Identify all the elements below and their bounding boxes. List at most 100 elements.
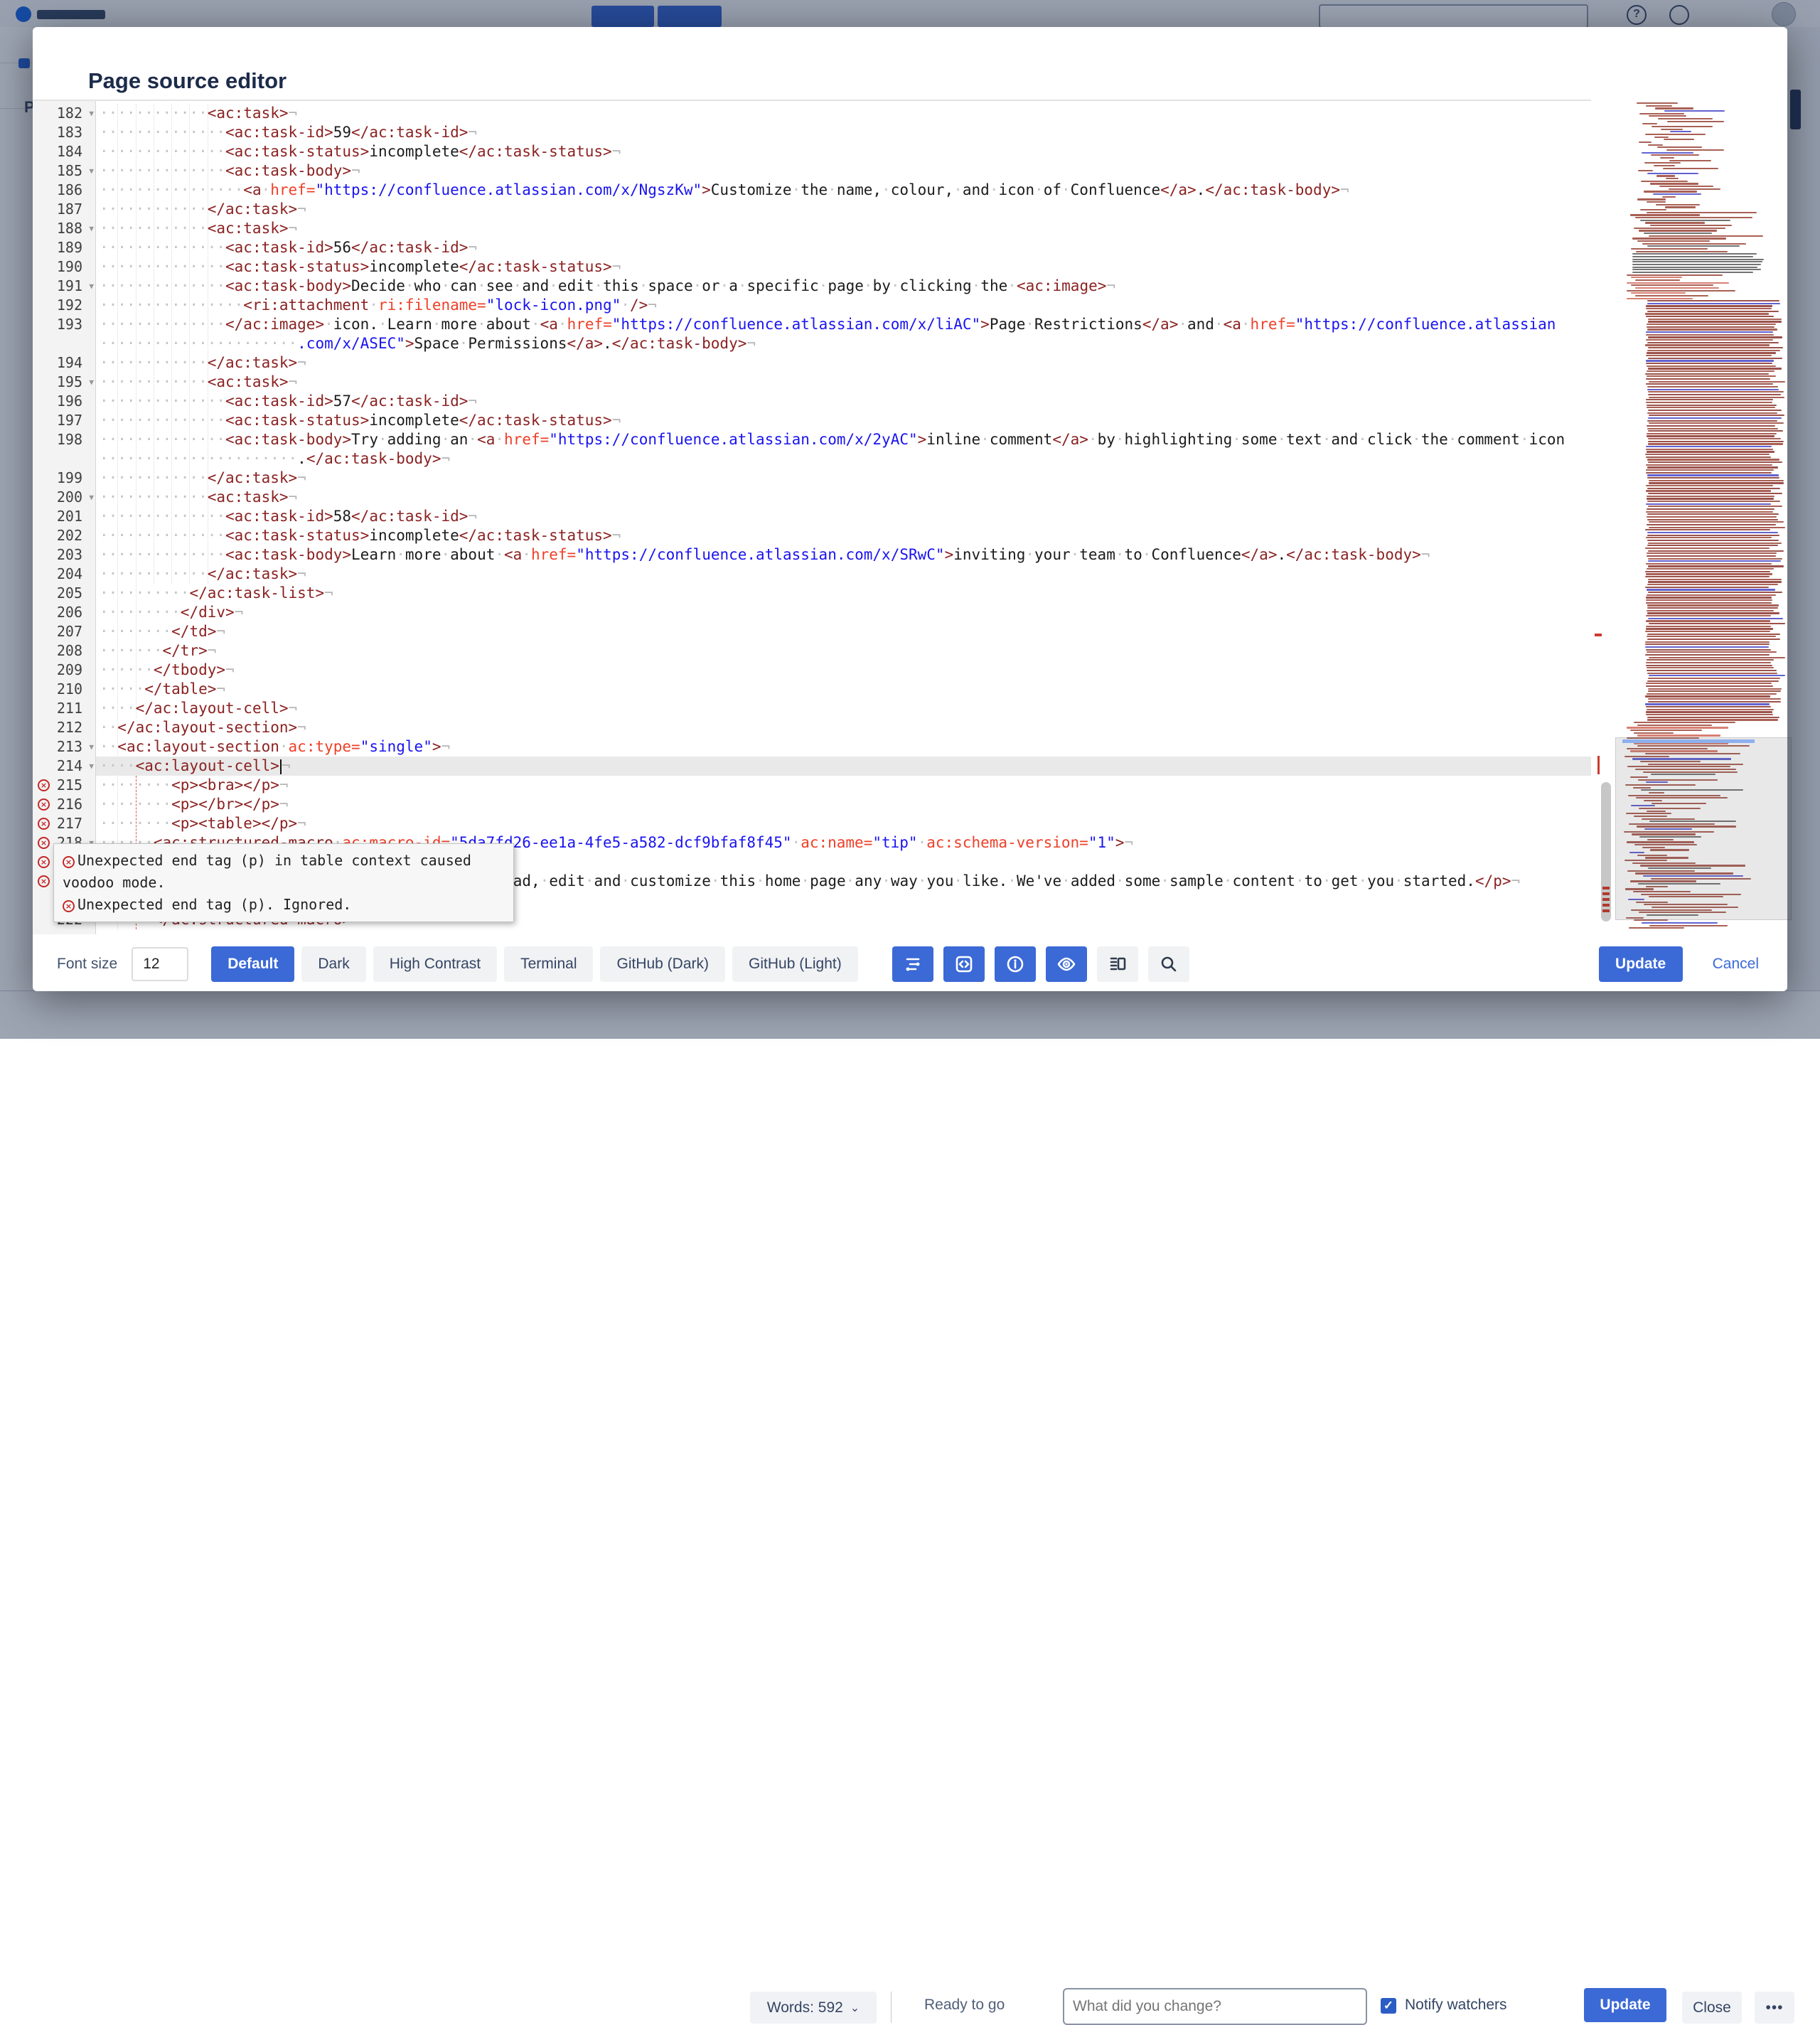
code-line[interactable]: ················<ri:attachment·ri:filena… (96, 296, 1591, 315)
theme-button-dark[interactable]: Dark (301, 946, 365, 982)
line-number[interactable]: 214▼ (33, 757, 95, 776)
line-number[interactable]: 212 (33, 718, 95, 737)
code-line[interactable]: ······················.</ac:task-body>¬ (96, 449, 1591, 469)
theme-button-github-light[interactable]: GitHub (Light) (732, 946, 858, 982)
modal-cancel-button[interactable]: Cancel (1708, 955, 1763, 973)
line-number[interactable]: 207 (33, 622, 95, 641)
minimap-button[interactable] (1097, 946, 1138, 982)
info-button[interactable] (995, 946, 1036, 982)
code-line[interactable]: ············<ac:task>¬ (96, 219, 1591, 238)
fold-arrow-icon[interactable]: ▼ (89, 737, 94, 757)
line-number[interactable]: 182▼ (33, 104, 95, 123)
code-line[interactable]: ··············<ac:task-status>incomplete… (96, 411, 1591, 430)
code-line[interactable]: ············</ac:task>¬ (96, 353, 1591, 373)
line-number[interactable]: 186 (33, 181, 95, 200)
modal-update-button[interactable]: Update (1599, 946, 1683, 982)
line-number[interactable]: 208 (33, 641, 95, 661)
line-number[interactable]: 210 (33, 680, 95, 699)
fold-arrow-icon[interactable]: ▼ (89, 488, 94, 507)
code-line[interactable]: ··············<ac:task-status>incomplete… (96, 257, 1591, 277)
line-number[interactable]: 198 (33, 430, 95, 449)
code-line[interactable]: ··············<ac:task-status>incomplete… (96, 526, 1591, 545)
code-line[interactable]: ················<a·href="https://conflue… (96, 181, 1591, 200)
code-line[interactable]: ······</tbody>¬ (96, 661, 1591, 680)
code-line[interactable]: ··</ac:layout-section>¬ (96, 718, 1591, 737)
fold-arrow-icon[interactable]: ▼ (89, 219, 94, 238)
code-line[interactable]: ············</ac:task>¬ (96, 565, 1591, 584)
line-number[interactable]: 213▼ (33, 737, 95, 757)
line-number[interactable]: 199 (33, 469, 95, 488)
line-number[interactable]: 201 (33, 507, 95, 526)
code-line[interactable]: ··············<ac:task-status>incomplete… (96, 142, 1591, 161)
line-number[interactable]: 193 (33, 315, 95, 334)
line-number[interactable]: 188▼ (33, 219, 95, 238)
code-line[interactable]: ········<p><bra></p>¬ (96, 776, 1591, 795)
footer-update-button[interactable]: Update (1584, 1988, 1666, 2022)
fold-arrow-icon[interactable]: ▼ (89, 104, 94, 123)
theme-button-github-dark[interactable]: GitHub (Dark) (600, 946, 725, 982)
line-number[interactable]: 184 (33, 142, 95, 161)
line-number[interactable]: 197 (33, 411, 95, 430)
fold-arrow-icon[interactable]: ▼ (89, 757, 94, 776)
line-number[interactable]: 204 (33, 565, 95, 584)
code-line[interactable]: ··············<ac:task-id>59</ac:task-id… (96, 123, 1591, 142)
theme-button-high-contrast[interactable]: High Contrast (373, 946, 497, 982)
code-line[interactable]: ········<p></br></p>¬ (96, 795, 1591, 814)
line-number[interactable] (33, 449, 95, 469)
code-line[interactable]: ············</ac:task>¬ (96, 200, 1591, 219)
code-line[interactable]: ·········</div>¬ (96, 603, 1591, 622)
change-comment-input[interactable] (1063, 1988, 1367, 2025)
line-number[interactable]: ×215 (33, 776, 95, 795)
line-number[interactable]: 189 (33, 238, 95, 257)
code-line[interactable]: ·····</table>¬ (96, 680, 1591, 699)
code-wrap-button[interactable] (943, 946, 985, 982)
code-line[interactable]: ············</ac:task>¬ (96, 469, 1591, 488)
line-number[interactable]: 183 (33, 123, 95, 142)
code-line[interactable]: ····<ac:layout-cell>¬ (96, 757, 1591, 776)
code-line[interactable]: ··············<ac:task-body>¬ (96, 161, 1591, 181)
line-number[interactable]: 191▼ (33, 277, 95, 296)
line-number[interactable]: 185▼ (33, 161, 95, 181)
preview-eye-button[interactable] (1046, 946, 1087, 982)
code-line[interactable]: ········</td>¬ (96, 622, 1591, 641)
code-area[interactable]: ············<ac:task>¬··············<ac:… (96, 101, 1591, 934)
code-line[interactable]: ··········</ac:task-list>¬ (96, 584, 1591, 603)
more-options-button[interactable]: ••• (1755, 1992, 1794, 2024)
fold-arrow-icon[interactable]: ▼ (89, 277, 94, 296)
line-number[interactable] (33, 334, 95, 353)
code-line[interactable]: ············<ac:task>¬ (96, 104, 1591, 123)
code-line[interactable]: ··············<ac:task-id>57</ac:task-id… (96, 392, 1591, 411)
word-count-dropdown[interactable]: Words: 592 ⌄ (750, 1992, 877, 2024)
line-number[interactable]: 209 (33, 661, 95, 680)
line-number[interactable]: 196 (33, 392, 95, 411)
notify-watchers-checkbox[interactable]: ✓ (1381, 1998, 1396, 2014)
code-line[interactable]: ··············<ac:task-body>Decide·who·c… (96, 277, 1591, 296)
theme-button-terminal[interactable]: Terminal (504, 946, 593, 982)
line-number[interactable]: ×216 (33, 795, 95, 814)
code-line[interactable]: ··<ac:layout-section·ac:type="single">¬ (96, 737, 1591, 757)
line-number[interactable]: 200▼ (33, 488, 95, 507)
search-button[interactable] (1148, 946, 1189, 982)
code-line[interactable]: ·······</tr>¬ (96, 641, 1591, 661)
code-line[interactable]: ··············<ac:task-id>58</ac:task-id… (96, 507, 1591, 526)
code-line[interactable]: ······················.com/x/ASEC">Space… (96, 334, 1591, 353)
fold-arrow-icon[interactable]: ▼ (89, 161, 94, 181)
line-number[interactable]: 203 (33, 545, 95, 565)
font-size-input[interactable] (132, 947, 188, 981)
code-line[interactable]: ········<p><table></p>¬ (96, 814, 1591, 833)
line-number[interactable]: 206 (33, 603, 95, 622)
line-number[interactable]: 205 (33, 584, 95, 603)
code-line[interactable]: ············<ac:task>¬ (96, 373, 1591, 392)
fold-arrow-icon[interactable]: ▼ (89, 373, 94, 392)
code-line[interactable]: ··············</ac:image>·icon.·Learn·mo… (96, 315, 1591, 334)
line-number[interactable]: 190 (33, 257, 95, 277)
code-line[interactable]: ····</ac:layout-cell>¬ (96, 699, 1591, 718)
line-number[interactable]: 194 (33, 353, 95, 373)
line-number[interactable]: 211 (33, 699, 95, 718)
whitespace-toggle-button[interactable] (892, 946, 933, 982)
line-number[interactable]: 192 (33, 296, 95, 315)
theme-button-default[interactable]: Default (211, 946, 294, 982)
code-line[interactable]: ············<ac:task>¬ (96, 488, 1591, 507)
minimap-viewport[interactable] (1615, 737, 1792, 920)
code-line[interactable]: ··············<ac:task-id>56</ac:task-id… (96, 238, 1591, 257)
